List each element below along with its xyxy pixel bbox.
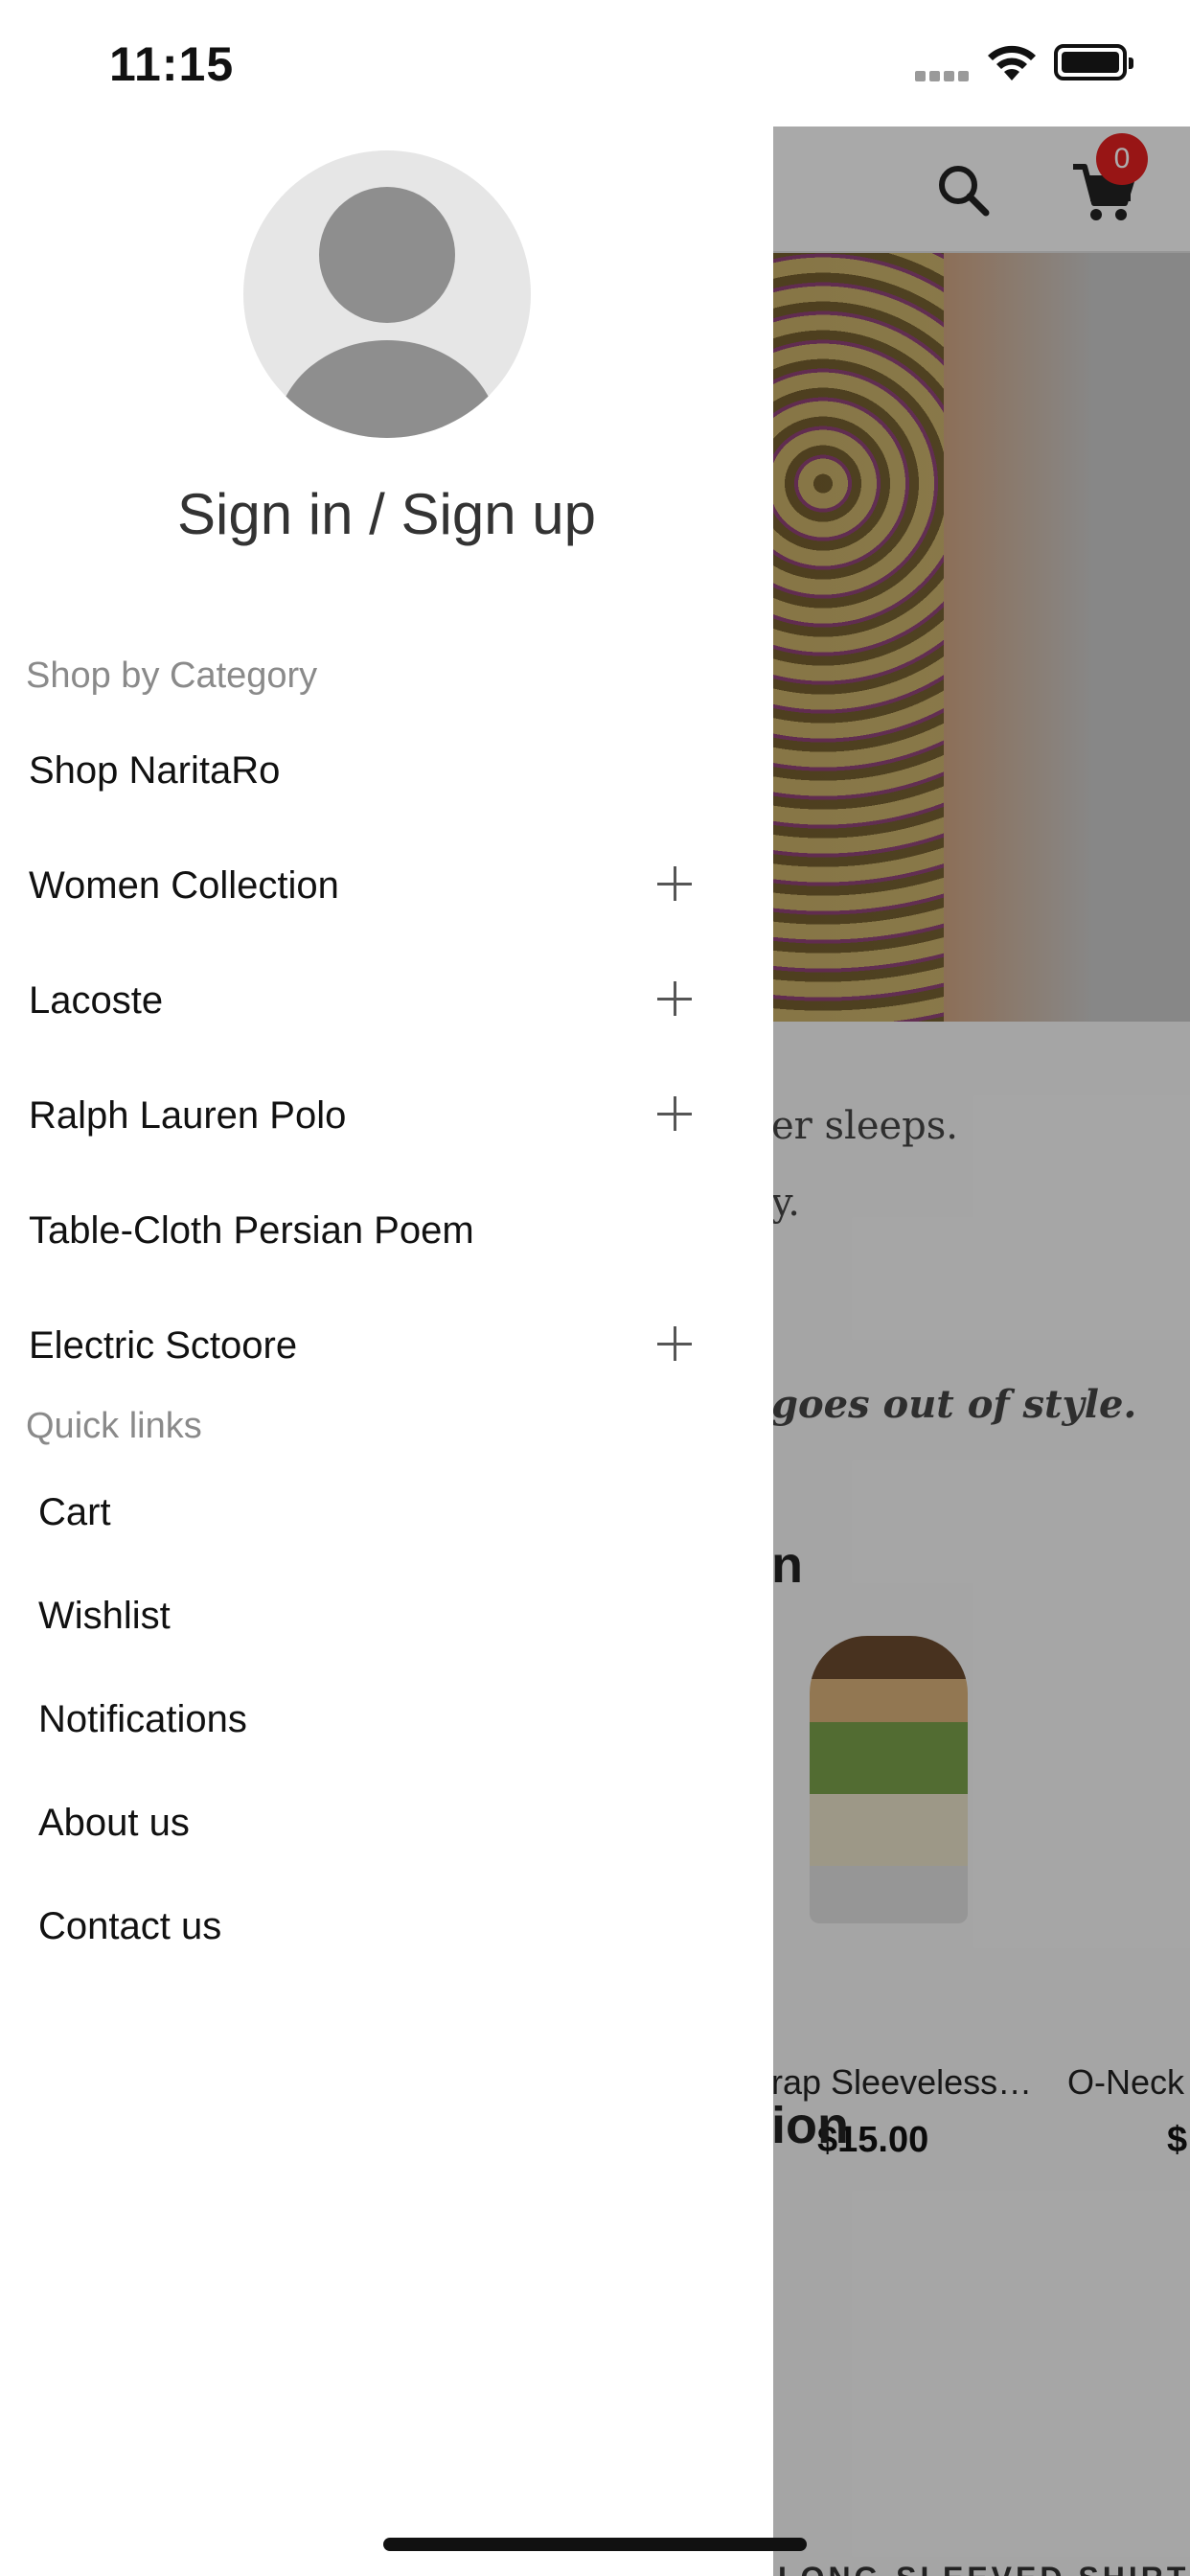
quick-link-cart[interactable]: Cart	[0, 1470, 773, 1556]
plus-icon[interactable]	[657, 1326, 692, 1361]
wifi-icon	[988, 45, 1036, 80]
quick-link-wishlist[interactable]: Wishlist	[0, 1574, 773, 1660]
plus-icon[interactable]	[657, 1096, 692, 1131]
plus-icon[interactable]	[657, 981, 692, 1016]
category-label: Ralph Lauren Polo	[29, 1094, 347, 1137]
avatar-icon[interactable]	[243, 150, 531, 438]
status-bar: 11:15	[0, 0, 1190, 126]
category-item-electric-sctoore[interactable]: Electric Sctoore	[0, 1296, 773, 1392]
category-label: Lacoste	[29, 979, 164, 1022]
quick-links-title: Quick links	[26, 1406, 202, 1446]
category-item-lacoste[interactable]: Lacoste	[0, 951, 773, 1046]
category-section-title: Shop by Category	[26, 656, 318, 696]
plus-icon[interactable]	[657, 866, 692, 901]
category-item-ralph-lauren-polo[interactable]: Ralph Lauren Polo	[0, 1066, 773, 1162]
quick-link-about-us[interactable]: About us	[0, 1781, 773, 1867]
signal-icon	[915, 69, 973, 82]
quick-link-label: Cart	[38, 1491, 111, 1533]
quick-link-label: Wishlist	[38, 1595, 171, 1637]
category-item-table-cloth[interactable]: Table-Cloth Persian Poem	[0, 1181, 773, 1276]
category-label: Women Collection	[29, 864, 339, 907]
battery-icon	[1054, 44, 1133, 80]
quick-link-label: Notifications	[38, 1698, 247, 1740]
quick-link-contact-us[interactable]: Contact us	[0, 1884, 773, 1970]
side-drawer: Sign in / Sign up Shop by Category Shop …	[0, 126, 773, 2576]
home-indicator[interactable]	[383, 2538, 807, 2551]
quick-link-notifications[interactable]: Notifications	[0, 1677, 773, 1763]
quick-link-label: About us	[38, 1802, 190, 1844]
category-label: Electric Sctoore	[29, 1324, 298, 1367]
category-item-shop-naritaro[interactable]: Shop NaritaRo	[0, 721, 773, 816]
sign-in-button[interactable]: Sign in / Sign up	[0, 481, 773, 547]
category-item-women-collection[interactable]: Women Collection	[0, 836, 773, 932]
category-label: Shop NaritaRo	[29, 749, 281, 792]
category-label: Table-Cloth Persian Poem	[29, 1209, 474, 1252]
status-time: 11:15	[109, 37, 235, 91]
quick-link-label: Contact us	[38, 1905, 222, 1947]
